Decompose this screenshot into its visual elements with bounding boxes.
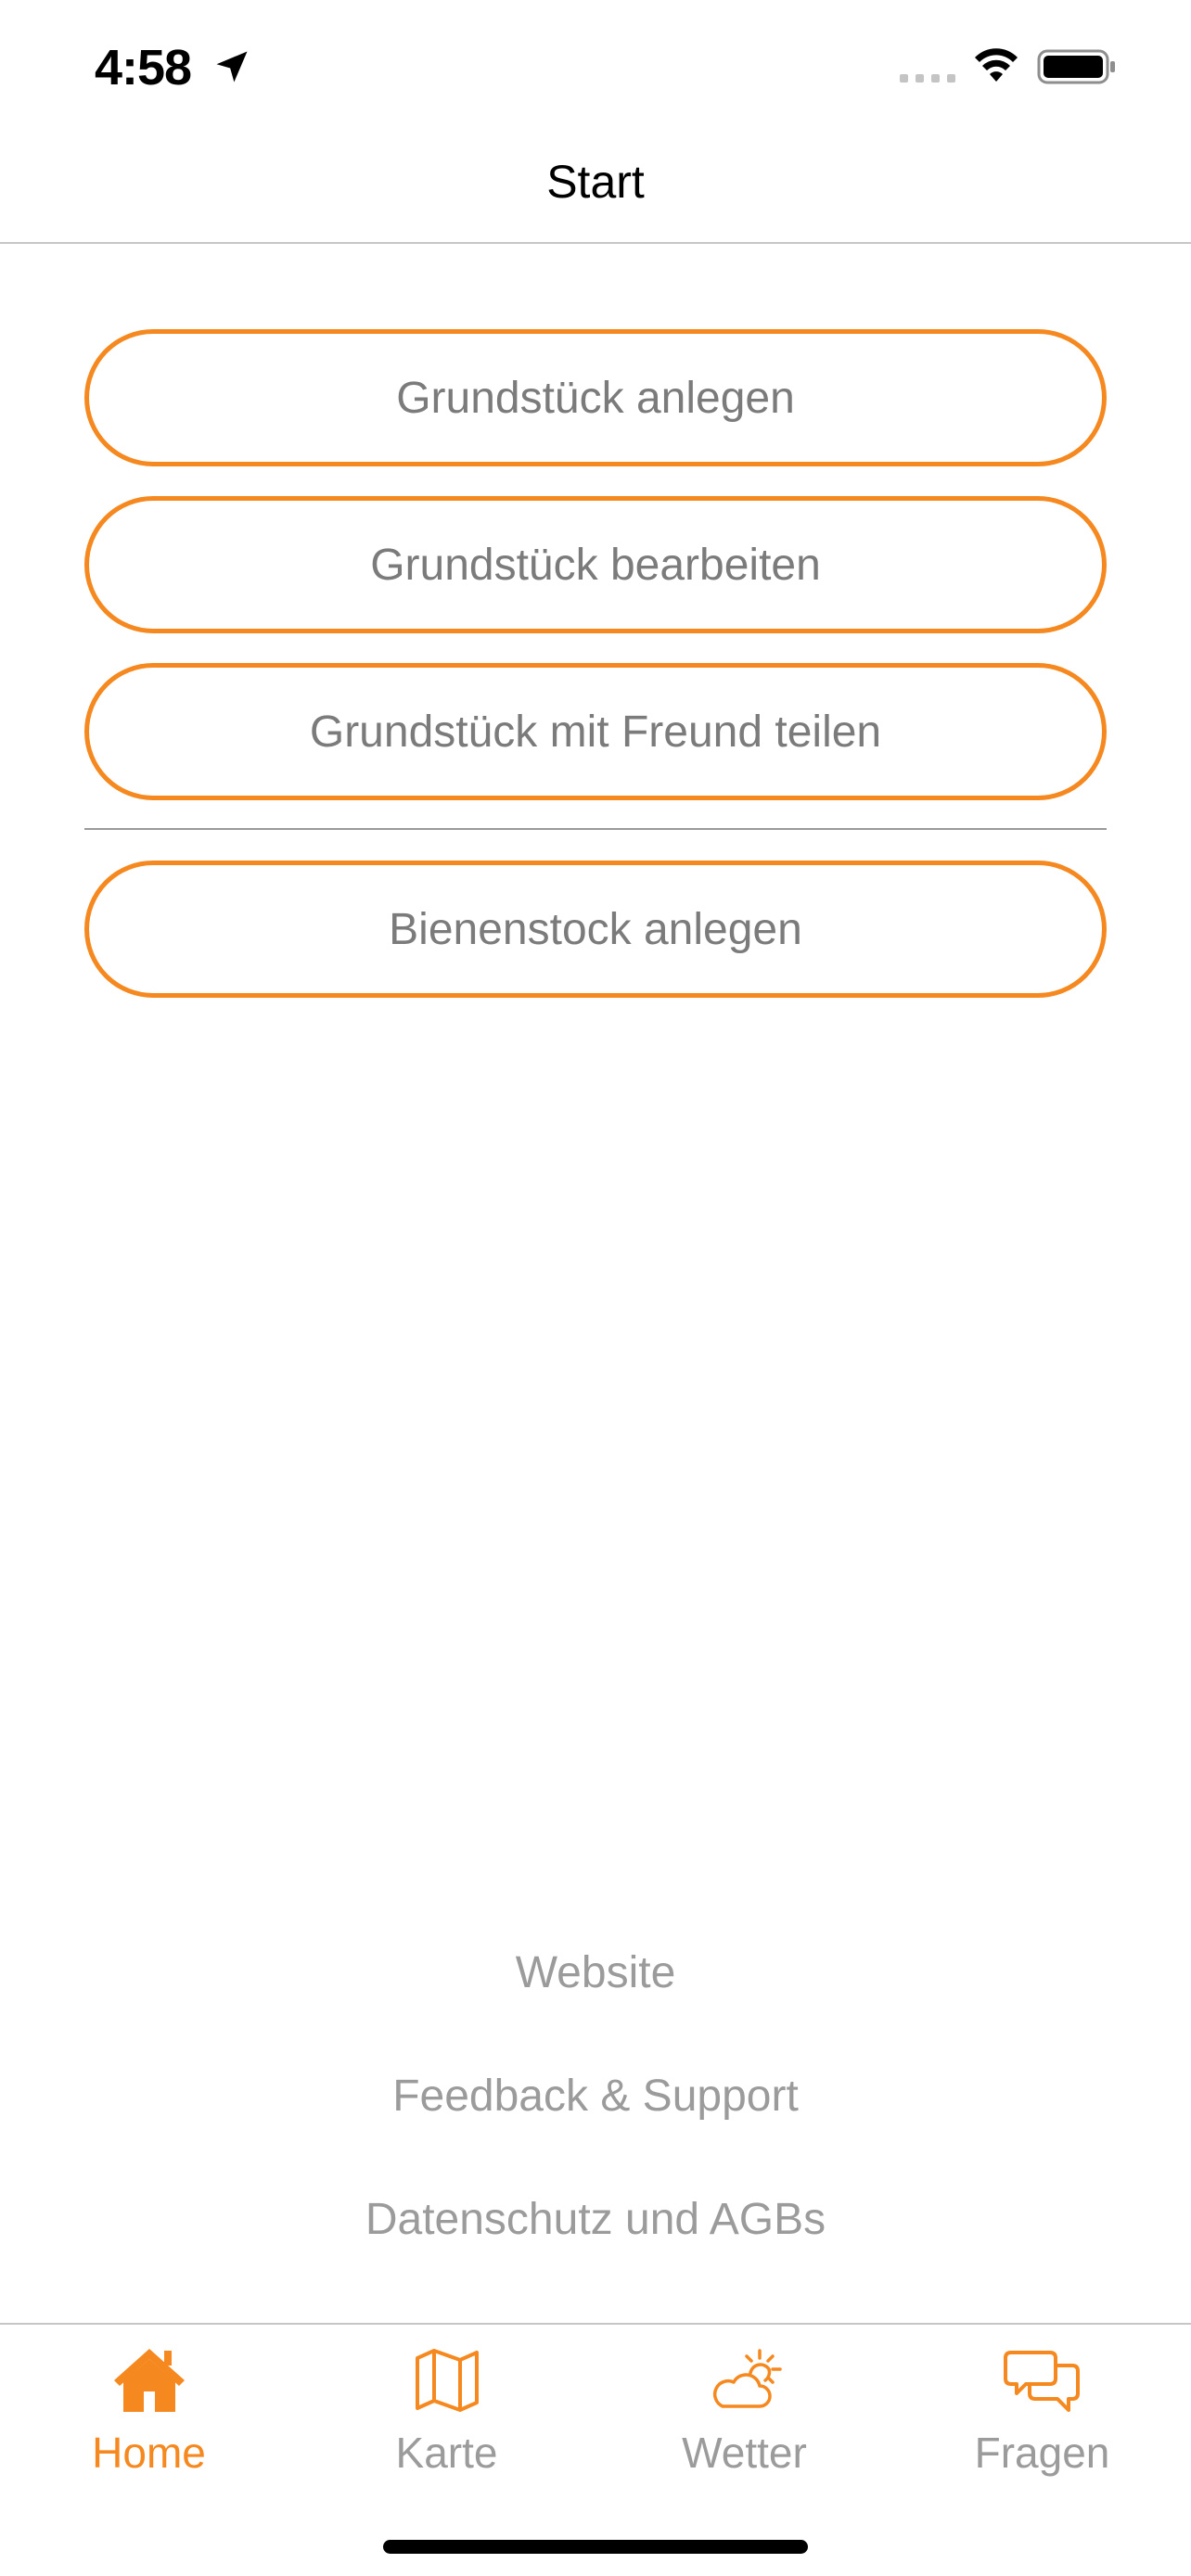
create-property-button[interactable]: Grundstück anlegen: [84, 329, 1107, 466]
tab-karte[interactable]: Karte: [298, 2325, 596, 2510]
feedback-support-link[interactable]: Feedback & Support: [0, 2069, 1191, 2124]
section-divider: [84, 828, 1107, 830]
home-screen: 4:58 Start Grundstück anlegen Grundstück…: [0, 0, 1191, 2576]
status-time: 4:58: [95, 40, 192, 96]
share-property-button[interactable]: Grundstück mit Freund teilen: [84, 663, 1107, 800]
location-arrow-icon: [216, 51, 248, 83]
page-title: Start: [546, 156, 645, 208]
weather-icon: [712, 2349, 782, 2408]
house-icon: [113, 2349, 185, 2412]
navigation-bar: Start: [0, 130, 1191, 244]
tab-bar: Home Karte Wetter Fragen: [0, 2323, 1191, 2576]
tab-fragen[interactable]: Fragen: [893, 2325, 1191, 2510]
tab-label: Karte: [395, 2429, 498, 2477]
website-link[interactable]: Website: [0, 1945, 1191, 2001]
map-icon: [415, 2349, 479, 2412]
tab-wetter[interactable]: Wetter: [596, 2325, 893, 2510]
status-bar: 4:58: [0, 0, 1191, 130]
chat-bubbles-icon: [1003, 2351, 1080, 2412]
tab-label: Home: [92, 2429, 206, 2477]
wifi-icon: [975, 48, 1018, 82]
tab-label: Fragen: [974, 2429, 1110, 2477]
privacy-terms-link[interactable]: Datenschutz und AGBs: [0, 2192, 1191, 2248]
home-indicator: [383, 2540, 808, 2554]
edit-property-button[interactable]: Grundstück bearbeiten: [84, 496, 1107, 633]
tab-label: Wetter: [682, 2429, 807, 2477]
cellular-signal-icon: [900, 74, 955, 83]
tab-home[interactable]: Home: [0, 2325, 298, 2510]
battery-icon: [1037, 49, 1115, 84]
create-hive-button[interactable]: Bienenstock anlegen: [84, 861, 1107, 998]
